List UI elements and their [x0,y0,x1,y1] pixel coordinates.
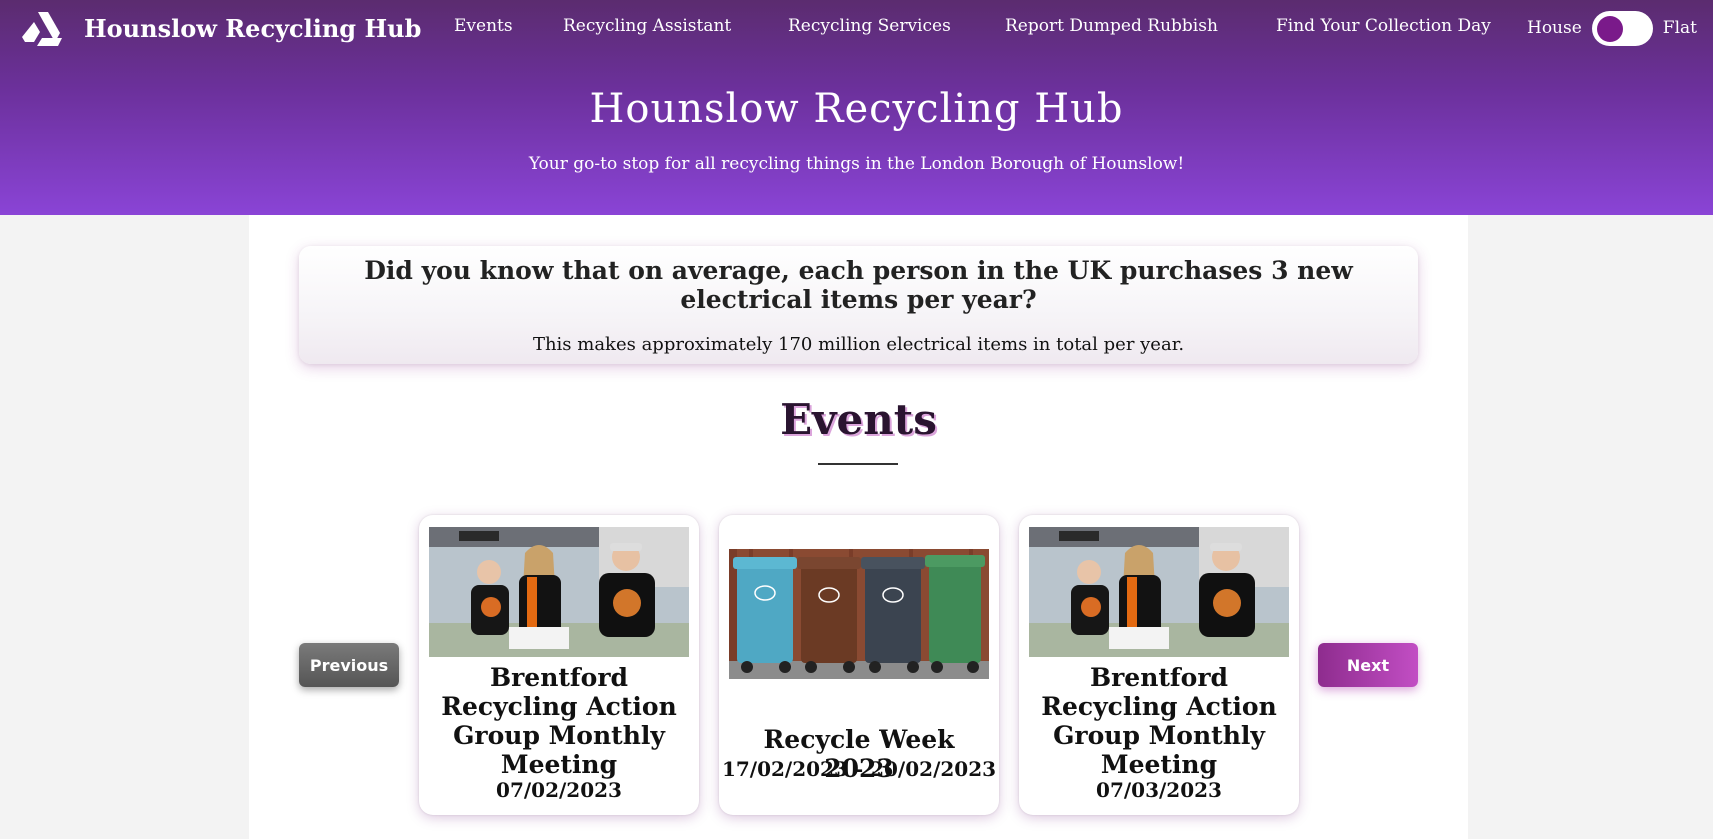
toggle-label-house: House [1527,18,1582,38]
next-button[interactable]: Next [1318,643,1418,687]
nav-link-events[interactable]: Events [454,16,513,36]
event-date: 17/02/2023 - 20/02/2023 [721,757,997,781]
fact-title: Did you know that on average, each perso… [364,256,1353,314]
event-title: Brentford Recycling Action Group Monthly… [1041,663,1277,779]
toggle-label-flat: Flat [1662,18,1697,38]
events-divider [818,463,898,465]
housing-type-toggle-group: House Flat [1527,10,1697,46]
nav-link-report-dumped-rubbish[interactable]: Report Dumped Rubbish [1005,16,1218,36]
event-card[interactable]: Brentford Recycling Action Group Monthly… [1019,515,1299,815]
site-header: Hounslow Recycling Hub Events Recycling … [0,0,1713,215]
fact-card: Did you know that on average, each perso… [299,246,1418,364]
hero-title: Hounslow Recycling Hub [589,86,1124,132]
nav-link-recycling-services[interactable]: Recycling Services [788,16,951,36]
volunteers-photo [429,527,689,657]
nav-link-find-collection-day[interactable]: Find Your Collection Day [1276,16,1491,36]
hero-subtitle: Your go-to stop for all recycling things… [528,154,1185,174]
volunteers-photo [1029,527,1289,657]
event-card[interactable]: Brentford Recycling Action Group Monthly… [419,515,699,815]
event-card[interactable]: Recycle Week 2023 17/02/2023 - 20/02/202… [719,515,999,815]
main-content: Did you know that on average, each perso… [249,215,1468,839]
events-heading: Events [780,395,937,444]
brand-title: Hounslow Recycling Hub [84,13,422,43]
wheelie-bins-photo [729,549,989,679]
event-title: Brentford Recycling Action Group Monthly… [441,663,677,779]
brand-link[interactable]: Hounslow Recycling Hub [22,8,421,48]
event-date: 07/03/2023 [1096,778,1222,802]
event-date: 07/02/2023 [496,778,622,802]
recycle-triangle-icon [22,12,62,46]
navbar: Hounslow Recycling Hub Events Recycling … [0,0,1713,56]
fact-text: This makes approximately 170 million ele… [532,334,1185,355]
previous-button[interactable]: Previous [299,643,399,687]
toggle-knob [1596,15,1623,42]
housing-type-toggle[interactable] [1591,10,1653,46]
nav-link-recycling-assistant[interactable]: Recycling Assistant [563,16,731,36]
